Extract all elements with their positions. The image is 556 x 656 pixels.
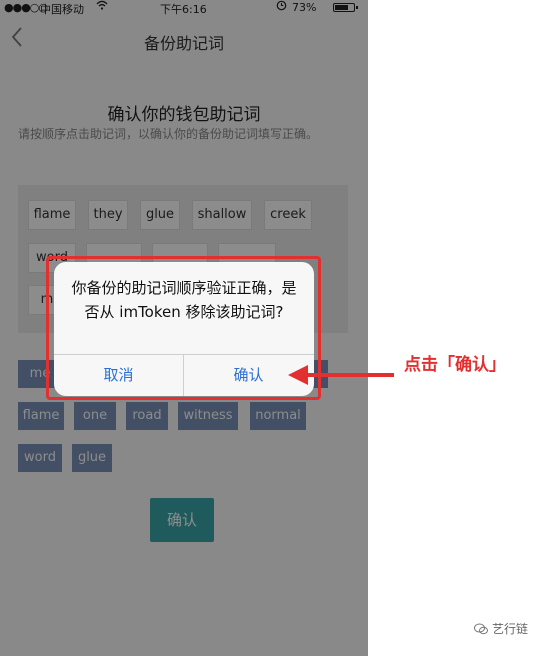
wechat-icon xyxy=(474,623,488,635)
annotation-label: 点击「确认」 xyxy=(404,355,506,375)
highlight-frame xyxy=(46,256,321,400)
watermark-text: 艺行链 xyxy=(492,622,529,636)
watermark: 艺行链 xyxy=(474,620,528,637)
arrow-pointer-icon xyxy=(288,365,394,385)
